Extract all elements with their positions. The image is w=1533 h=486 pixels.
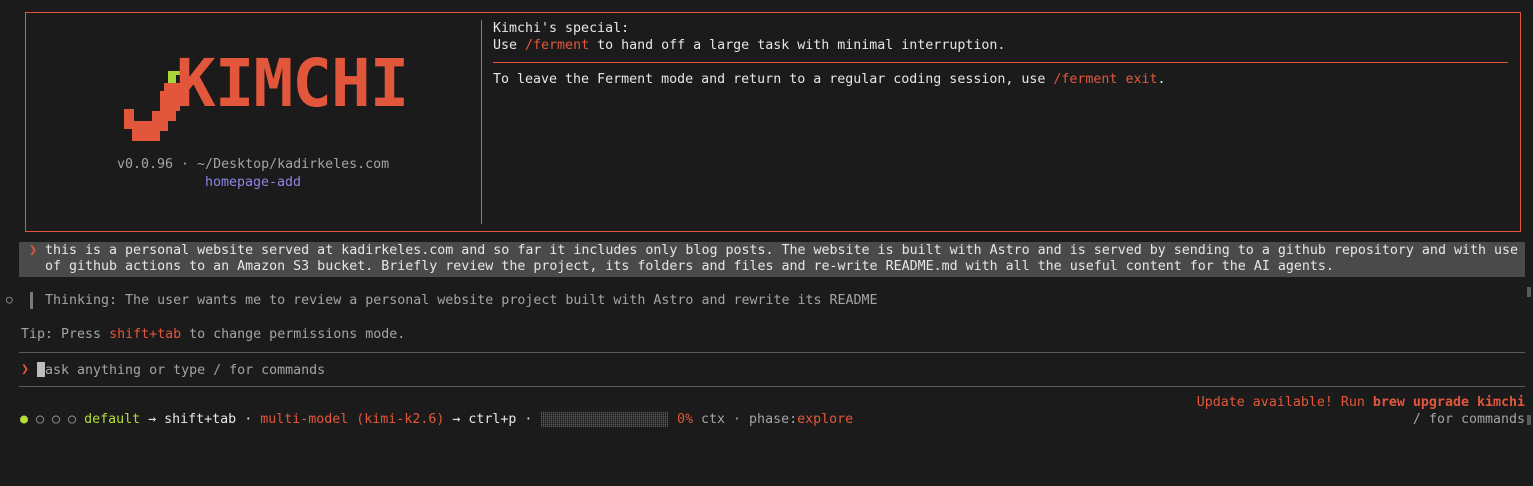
context-percent: 0% [677, 412, 694, 427]
ferment-command: /ferment [525, 38, 590, 53]
tip-pre: Tip: Press [21, 327, 110, 342]
permission-mode[interactable]: default [84, 412, 140, 427]
logo-wordmark: KIMCHI [176, 45, 409, 122]
context-label: ctx · phase: [693, 412, 798, 427]
tip-line: Tip: Press shift+tab to change permissio… [21, 327, 405, 342]
git-branch: homepage-add [205, 175, 302, 190]
special-post: to hand off a large task with minimal in… [589, 38, 1006, 53]
special-pre: Use [493, 38, 526, 53]
prompt-input[interactable]: ask anything or type / for commands [37, 362, 1517, 378]
tip-key: shift+tab [109, 327, 182, 342]
model-selector[interactable]: multi-model (kimi-k2.6) [260, 412, 444, 427]
user-prompt-icon: ❯ [29, 243, 38, 258]
input-prompt-icon: ❯ [21, 362, 30, 377]
user-message-line-2: of github actions to an Amazon S3 bucket… [45, 259, 1334, 274]
special-tip: Use /ferment to hand off a large task wi… [493, 38, 1005, 53]
update-pre: Update available! Run [1196, 395, 1373, 410]
text-cursor [37, 362, 45, 377]
ferment-exit-command: /ferment exit [1053, 72, 1158, 87]
scrollbar-thumb-bottom[interactable] [1527, 415, 1531, 425]
model-hint: → ctrl+p · [444, 412, 541, 427]
phase-value: explore [797, 412, 854, 427]
mode-hint: → shift+tab · [140, 412, 261, 427]
update-notice: Update available! Run brew upgrade kimch… [1197, 395, 1525, 410]
user-message-line-1: this is a personal website served at kad… [45, 243, 1518, 258]
context-status: 0% ctx · phase:explore [677, 412, 853, 427]
input-placeholder: ask anything or type / for commands [45, 363, 326, 378]
status-bar: ● ○ ○ ○ default → shift+tab · multi-mode… [20, 412, 540, 427]
input-bottom-border [19, 386, 1525, 387]
context-usage-bar [541, 412, 668, 427]
panel-divider-horizontal [493, 62, 1508, 63]
mode-dots-inactive-icon: ○ ○ ○ [36, 412, 77, 427]
leave-tip: To leave the Ferment mode and return to … [493, 72, 1165, 87]
leave-pre: To leave the Ferment mode and return to … [493, 72, 1054, 87]
tip-post: to change permissions mode. [181, 327, 406, 342]
thinking-text: Thinking: The user wants me to review a … [45, 293, 878, 308]
version-path: v0.0.96 · ~/Desktop/kadirkeles.com [117, 157, 390, 172]
mode-dot-active-icon: ● [20, 412, 29, 427]
thinking-status-icon: ○ [6, 293, 13, 306]
leave-post: . [1157, 72, 1166, 87]
commands-hint: / for commands [1412, 412, 1525, 427]
thinking-bar [30, 292, 33, 309]
update-command: brew upgrade kimchi [1372, 395, 1525, 410]
scrollbar-thumb[interactable] [1527, 287, 1531, 297]
input-top-border [19, 352, 1525, 353]
special-title: Kimchi's special: [493, 21, 630, 36]
panel-divider-vertical [481, 20, 482, 224]
